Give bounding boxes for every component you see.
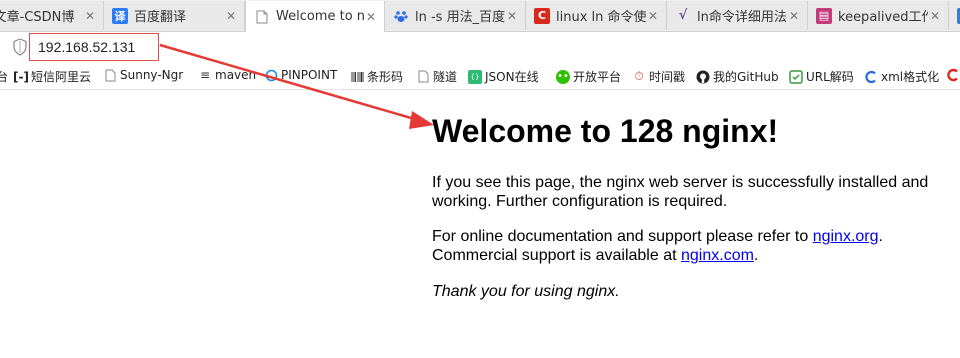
docs-paragraph: For online documentation and support ple… xyxy=(432,227,883,265)
bookmark-doc-icon: ▤ xyxy=(816,7,832,24)
bookmark-maven[interactable]: ≡ maven xyxy=(198,68,256,82)
bookmark-label: 短信阿里云 xyxy=(31,70,92,84)
barcode-icon xyxy=(350,70,364,84)
bookmark-label: maven xyxy=(215,68,257,82)
close-icon[interactable]: ✕ xyxy=(83,9,97,23)
url-decode-icon xyxy=(789,69,803,84)
aliyun-icon: [-] xyxy=(13,69,29,84)
red-c-icon xyxy=(946,68,960,82)
thanks-text: Thank you for using nginx. xyxy=(432,283,620,300)
page-icon xyxy=(254,9,270,25)
tab-title: Welcome to n xyxy=(276,9,364,24)
page-icon xyxy=(103,68,117,82)
tab-title: linux ln 命令使 xyxy=(556,10,646,25)
bookmark-open-platform[interactable]: •• 开放平台 xyxy=(556,68,621,85)
nginx-org-link[interactable]: nginx.org xyxy=(813,228,879,245)
bookmark-label: 隧道 xyxy=(433,70,458,84)
support-text: Commercial support is available at xyxy=(432,247,681,264)
bookmark-json[interactable]: {} JSON在线 xyxy=(468,68,539,85)
close-icon[interactable]: ✕ xyxy=(646,9,660,23)
bookmark-label: 时间戳 xyxy=(649,70,686,84)
translate-icon: 译 xyxy=(112,7,128,24)
pinpoint-icon xyxy=(264,68,278,82)
bookmark-label: 开放平台 xyxy=(573,70,622,84)
json-icon: {} xyxy=(468,69,482,84)
baidu-paw-icon xyxy=(393,8,409,24)
close-icon[interactable]: ✕ xyxy=(505,9,519,23)
bookmark-sunny-ngr[interactable]: Sunny-Ngr xyxy=(103,68,183,82)
shield-icon[interactable] xyxy=(12,38,28,56)
timestamp-icon: ⏱ xyxy=(634,69,644,83)
url-text[interactable]: 192.168.52.131 xyxy=(38,39,135,55)
tab-title: i文章-CSDN博 xyxy=(0,10,75,25)
bookmark-label: JSON在线 xyxy=(485,70,539,84)
tab-ln-usage[interactable]: √ ln命令详细用法 ✕ xyxy=(667,1,808,30)
tab-keepalived[interactable]: ▤ keepalived工作 ✕ xyxy=(808,1,949,30)
tab-cnblogs[interactable]: ▣ xyxy=(949,1,960,30)
intro-paragraph: If you see this page, the nginx web serv… xyxy=(432,174,929,210)
bookmark-url-decode[interactable]: URL解码 xyxy=(789,68,854,85)
tab-title: 百度翻译 xyxy=(134,10,187,25)
bookmark-red-c[interactable] xyxy=(946,68,960,82)
bookmark-barcode[interactable]: 条形码 xyxy=(350,68,403,85)
tab-title: ln命令详细用法 xyxy=(697,10,787,25)
tab-linux-ln[interactable]: C linux ln 命令使 ✕ xyxy=(526,1,667,30)
docs-text: For online documentation and support ple… xyxy=(432,228,813,245)
tab-csdn-article[interactable]: i文章-CSDN博 ✕ xyxy=(0,1,104,30)
support-period: . xyxy=(753,247,759,264)
page-heading: Welcome to 128 nginx! xyxy=(432,113,779,149)
bookmark-label: 我的GitHub xyxy=(713,70,779,84)
bookmark-label: xml格式化 xyxy=(881,70,940,84)
github-icon xyxy=(696,70,710,84)
close-icon[interactable]: ✕ xyxy=(364,10,378,24)
page-icon xyxy=(416,70,430,84)
maven-icon: ≡ xyxy=(199,68,211,82)
bookmark-item[interactable]: 台 xyxy=(0,68,8,85)
docs-period: . xyxy=(878,228,883,245)
bookmark-label: 条形码 xyxy=(367,70,404,84)
wechat-icon: •• xyxy=(556,69,570,84)
bookmark-label: Sunny-Ngr xyxy=(120,68,184,82)
tab-title: ln -s 用法_百度 xyxy=(415,10,505,25)
bookmark-label: PINPOINT xyxy=(281,68,338,82)
csdn-c-icon: C xyxy=(534,7,550,24)
bookmarks-bar: 台 [-] 短信阿里云 Sunny-Ngr ≡ maven PINPOINT 条… xyxy=(0,63,960,90)
tab-welcome-nginx[interactable]: Welcome to n ✕ xyxy=(245,1,385,32)
close-icon[interactable]: ✕ xyxy=(224,9,238,23)
thanks-paragraph: Thank you for using nginx. xyxy=(432,282,620,301)
tab-baidu-translate[interactable]: 译 百度翻译 ✕ xyxy=(104,1,245,30)
bookmark-xml-format[interactable]: xml格式化 xyxy=(864,68,939,85)
nginx-com-link[interactable]: nginx.com xyxy=(681,247,754,264)
bookmark-label: URL解码 xyxy=(806,70,854,84)
bookmark-github[interactable]: 我的GitHub xyxy=(696,68,779,85)
close-icon[interactable]: ✕ xyxy=(928,9,942,23)
address-toolbar: 192.168.52.131 xyxy=(0,32,960,62)
close-icon[interactable]: ✕ xyxy=(787,9,801,23)
bookmark-timestamp[interactable]: ⏱ 时间戳 xyxy=(632,68,685,85)
tab-title: keepalived工作 xyxy=(838,10,928,25)
tab-baidu-search[interactable]: ln -s 用法_百度 ✕ xyxy=(385,1,526,30)
address-bar[interactable]: 192.168.52.131 xyxy=(29,33,159,61)
bookmark-aliyun[interactable]: [-] 短信阿里云 xyxy=(13,68,92,85)
tab-strip: i文章-CSDN博 ✕ 译 百度翻译 ✕ Welcome to n ✕ ln -… xyxy=(0,0,960,32)
xml-icon xyxy=(864,70,878,84)
script-icon: √ xyxy=(678,8,688,23)
bookmark-label: 台 xyxy=(0,70,9,84)
bookmark-tunnel[interactable]: 隧道 xyxy=(416,68,457,85)
bookmark-pinpoint[interactable]: PINPOINT xyxy=(264,68,337,82)
